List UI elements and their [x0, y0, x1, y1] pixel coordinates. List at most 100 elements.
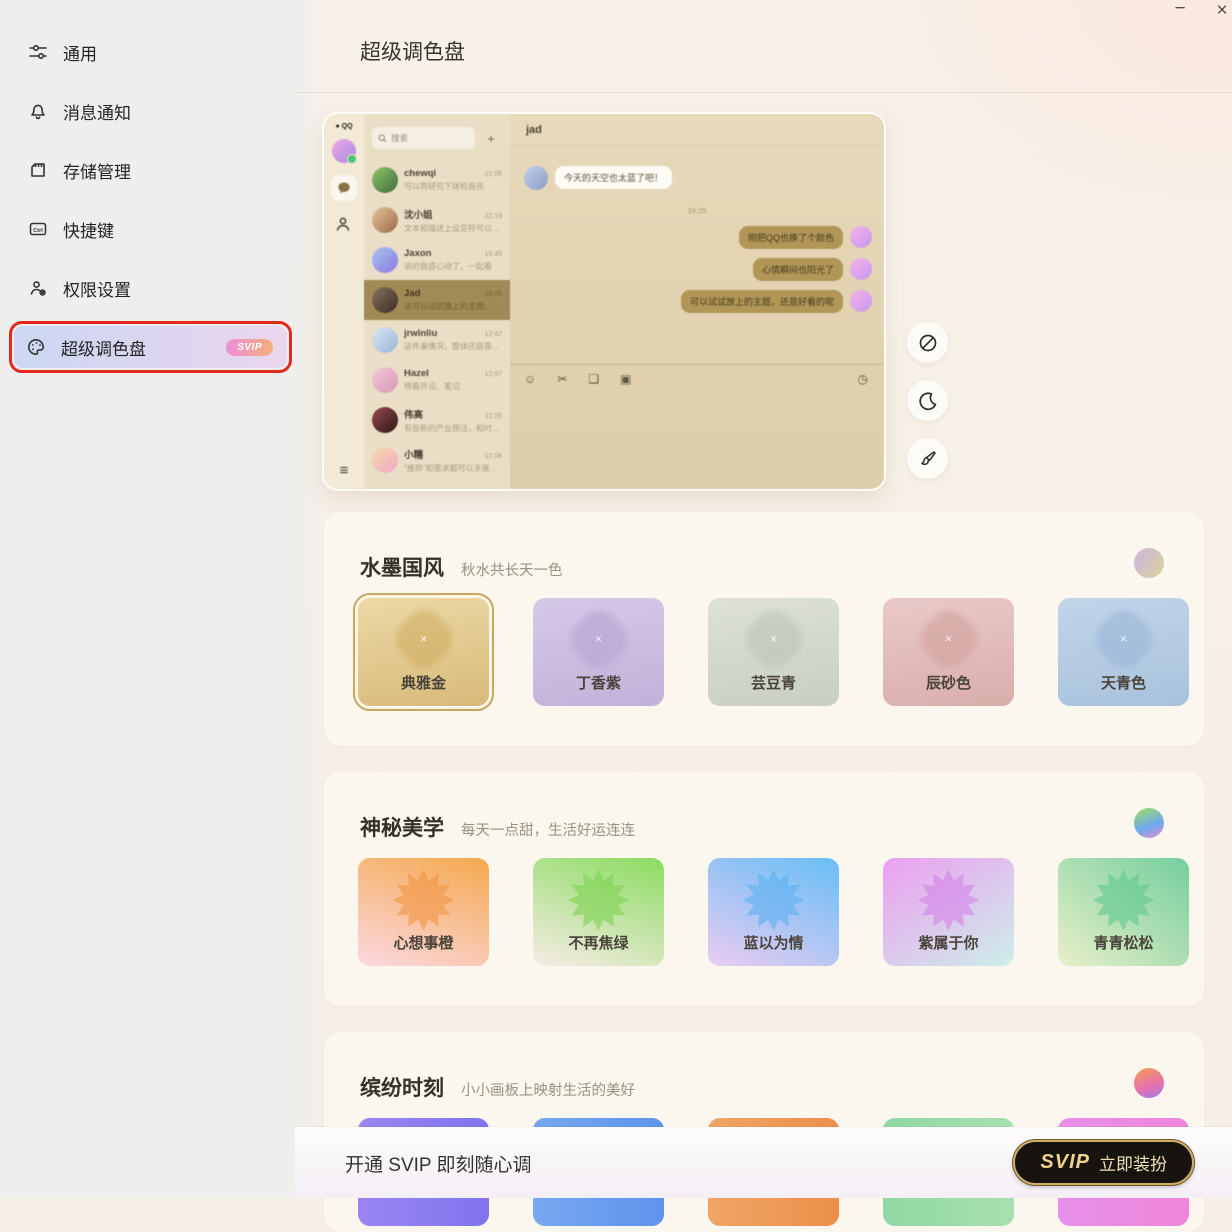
palette-orb-icon[interactable]: [1134, 548, 1164, 578]
palette-orb-icon[interactable]: [1134, 808, 1164, 838]
avatar: [850, 226, 872, 248]
add-chat-button: +: [480, 127, 502, 149]
avatar: [372, 247, 398, 273]
search-icon: [378, 134, 387, 143]
starburst-shape: [918, 869, 980, 931]
preview-chat-pane: jad 今天的天空也太蓝了吧！ 16:25 刚把QQ也换了个颜色 心情瞬间也阳光…: [510, 114, 884, 489]
swatch-label: 不再焦绿: [533, 932, 664, 953]
list-item-selected: Jad16:25 这可以试试换上的主题，还挺…: [364, 280, 510, 320]
dark-mode-button[interactable]: [907, 380, 948, 421]
sparkle-icon: ✕: [533, 634, 664, 645]
sidebar-item-shortcuts[interactable]: Ctrl 快捷键: [16, 207, 278, 251]
sidebar-item-permissions[interactable]: 权限设置: [16, 266, 278, 310]
sidebar-item-super-palette[interactable]: 超级调色盘 SVIP: [14, 326, 287, 368]
swatch-label: 心想事橙: [358, 932, 489, 953]
swatch-qingqingsongsong[interactable]: 青青松松: [1058, 858, 1189, 966]
contacts-tab-icon: [334, 215, 352, 233]
sparkle-icon: ✕: [358, 634, 489, 645]
swatch-label: 青青松松: [1058, 932, 1189, 953]
list-item: Jaxon15:45 说的我感心动了，一起看: [364, 240, 510, 280]
avatar: [372, 447, 398, 473]
theme-section-mystic: 神秘美学 每天一点甜，生活好运连连 心想事橙 不再焦绿 蓝以为情 紫属于你: [324, 772, 1204, 1006]
section-subtitle: 小小画板上映射生活的美好: [461, 1079, 635, 1100]
swatch-label: 蓝以为情: [708, 932, 839, 953]
input-toolbar: ☺ ✂ ❏ ▣: [524, 372, 631, 386]
sidebar-item-general[interactable]: 通用: [16, 30, 278, 74]
theme-none-button[interactable]: [907, 322, 948, 363]
avatar: [372, 287, 398, 313]
avatar: [372, 327, 398, 353]
list-item: 伟高11:25 有些新的产业想法，和时间一…: [364, 400, 510, 440]
preview-inner: ● QQ ≡ 搜索 +: [324, 114, 884, 489]
starburst-shape: [743, 869, 805, 931]
swatch-zishuyuni[interactable]: 紫属于你: [883, 858, 1014, 966]
avatar: [372, 367, 398, 393]
sparkle-icon: ✕: [1058, 634, 1189, 645]
section-subtitle: 秋水共长天一色: [461, 559, 563, 580]
list-item: 沈小姐22:19 文本和描述上设定符可以再调…: [364, 200, 510, 240]
sidebar-item-label: 超级调色盘: [61, 335, 146, 360]
section-title: 水墨国风: [360, 552, 444, 582]
swatch-label: 紫属于你: [883, 932, 1014, 953]
avatar: [850, 258, 872, 280]
close-button[interactable]: ×: [1208, 0, 1232, 24]
image-icon: ▣: [620, 372, 631, 386]
list-item: jrwinliu12:42 这件事情况，整体还挺靠谱的…: [364, 320, 510, 360]
sidebar-item-label: 存储管理: [63, 158, 131, 183]
message-sent: 心情瞬间也阳光了: [753, 258, 872, 281]
chat-title: jad: [510, 114, 884, 146]
svip-logo-text: SVIP: [1040, 1151, 1090, 1174]
custom-color-button[interactable]: [907, 438, 948, 479]
hamburger-menu-icon: ≡: [324, 462, 364, 479]
page-title: 超级调色盘: [360, 36, 465, 66]
scissors-icon: ✂: [557, 372, 567, 386]
ctrl-key-icon: Ctrl: [28, 219, 48, 239]
qq-logo: ● QQ: [324, 123, 364, 130]
settings-window: − × 通用 消息通知 存储管理 Ctrl 快捷键 权限设置 超级调色盘 SVI…: [0, 0, 1232, 1198]
sidebar-item-label: 快捷键: [63, 217, 114, 242]
swatch-chenshase[interactable]: ✕ 辰砂色: [883, 598, 1014, 706]
svip-promo-bar: 开通 SVIP 即刻随心调 SVIP 立即装扮: [295, 1127, 1232, 1198]
list-item: Hazel12:07 想看外设、笔记: [364, 360, 510, 400]
sidebar-item-notifications[interactable]: 消息通知: [16, 89, 278, 133]
palette-icon: [26, 337, 46, 357]
message-bubble: 今天的天空也太蓝了吧！: [555, 166, 672, 189]
swatch-yundouqing[interactable]: ✕ 芸豆青: [708, 598, 839, 706]
svip-badge: SVIP: [226, 339, 273, 356]
preview-rail: ● QQ ≡: [324, 114, 364, 489]
swatch-tianqingse[interactable]: ✕ 天青色: [1058, 598, 1189, 706]
swatch-dingxiangzi[interactable]: ✕ 丁香紫: [533, 598, 664, 706]
history-clock-icon: ◷: [858, 372, 868, 386]
svg-text:Ctrl: Ctrl: [33, 228, 43, 234]
minimize-button[interactable]: −: [1166, 0, 1194, 22]
avatar: [372, 167, 398, 193]
swatch-label: 典雅金: [358, 672, 489, 693]
list-item: chewqi21:05 可以再研究下体检报告: [364, 160, 510, 200]
swatch-lanyiweiqing[interactable]: 蓝以为情: [708, 858, 839, 966]
chat-tab-icon: [331, 175, 357, 201]
palette-orb-icon[interactable]: [1134, 1068, 1164, 1098]
user-gear-icon: [28, 278, 48, 298]
theme-section-inkstyle: 水墨国风 秋水共长天一色 ✕ 典雅金 ✕ 丁香紫 ✕ 芸豆青 ✕: [324, 512, 1204, 746]
swatch-xinxiangshicheng[interactable]: 心想事橙: [358, 858, 489, 966]
starburst-shape: [393, 869, 455, 931]
svip-dressup-button[interactable]: SVIP 立即装扮: [1013, 1140, 1194, 1185]
sidebar-item-label: 通用: [63, 40, 97, 65]
sidebar-item-label: 权限设置: [63, 276, 131, 301]
message-bubble: 刚把QQ也换了个颜色: [739, 226, 843, 249]
no-theme-icon: [917, 332, 939, 354]
swatch-label: 天青色: [1058, 672, 1189, 693]
swatch-buzaijiaolv[interactable]: 不再焦绿: [533, 858, 664, 966]
svip-promo-text: 开通 SVIP 即刻随心调: [345, 1150, 532, 1177]
search-input: 搜索: [372, 127, 475, 149]
section-title: 缤纷时刻: [360, 1072, 444, 1102]
avatar: [850, 290, 872, 312]
emoji-icon: ☺: [524, 372, 536, 386]
paint-brush-icon: [917, 448, 939, 470]
storage-card-icon: [28, 160, 48, 180]
folder-icon: ❏: [588, 372, 599, 386]
sliders-icon: [28, 42, 48, 62]
svip-button-label: 立即装扮: [1099, 1150, 1167, 1175]
sidebar-item-storage[interactable]: 存储管理: [16, 148, 278, 192]
swatch-dianyajin[interactable]: ✕ 典雅金: [358, 598, 489, 706]
